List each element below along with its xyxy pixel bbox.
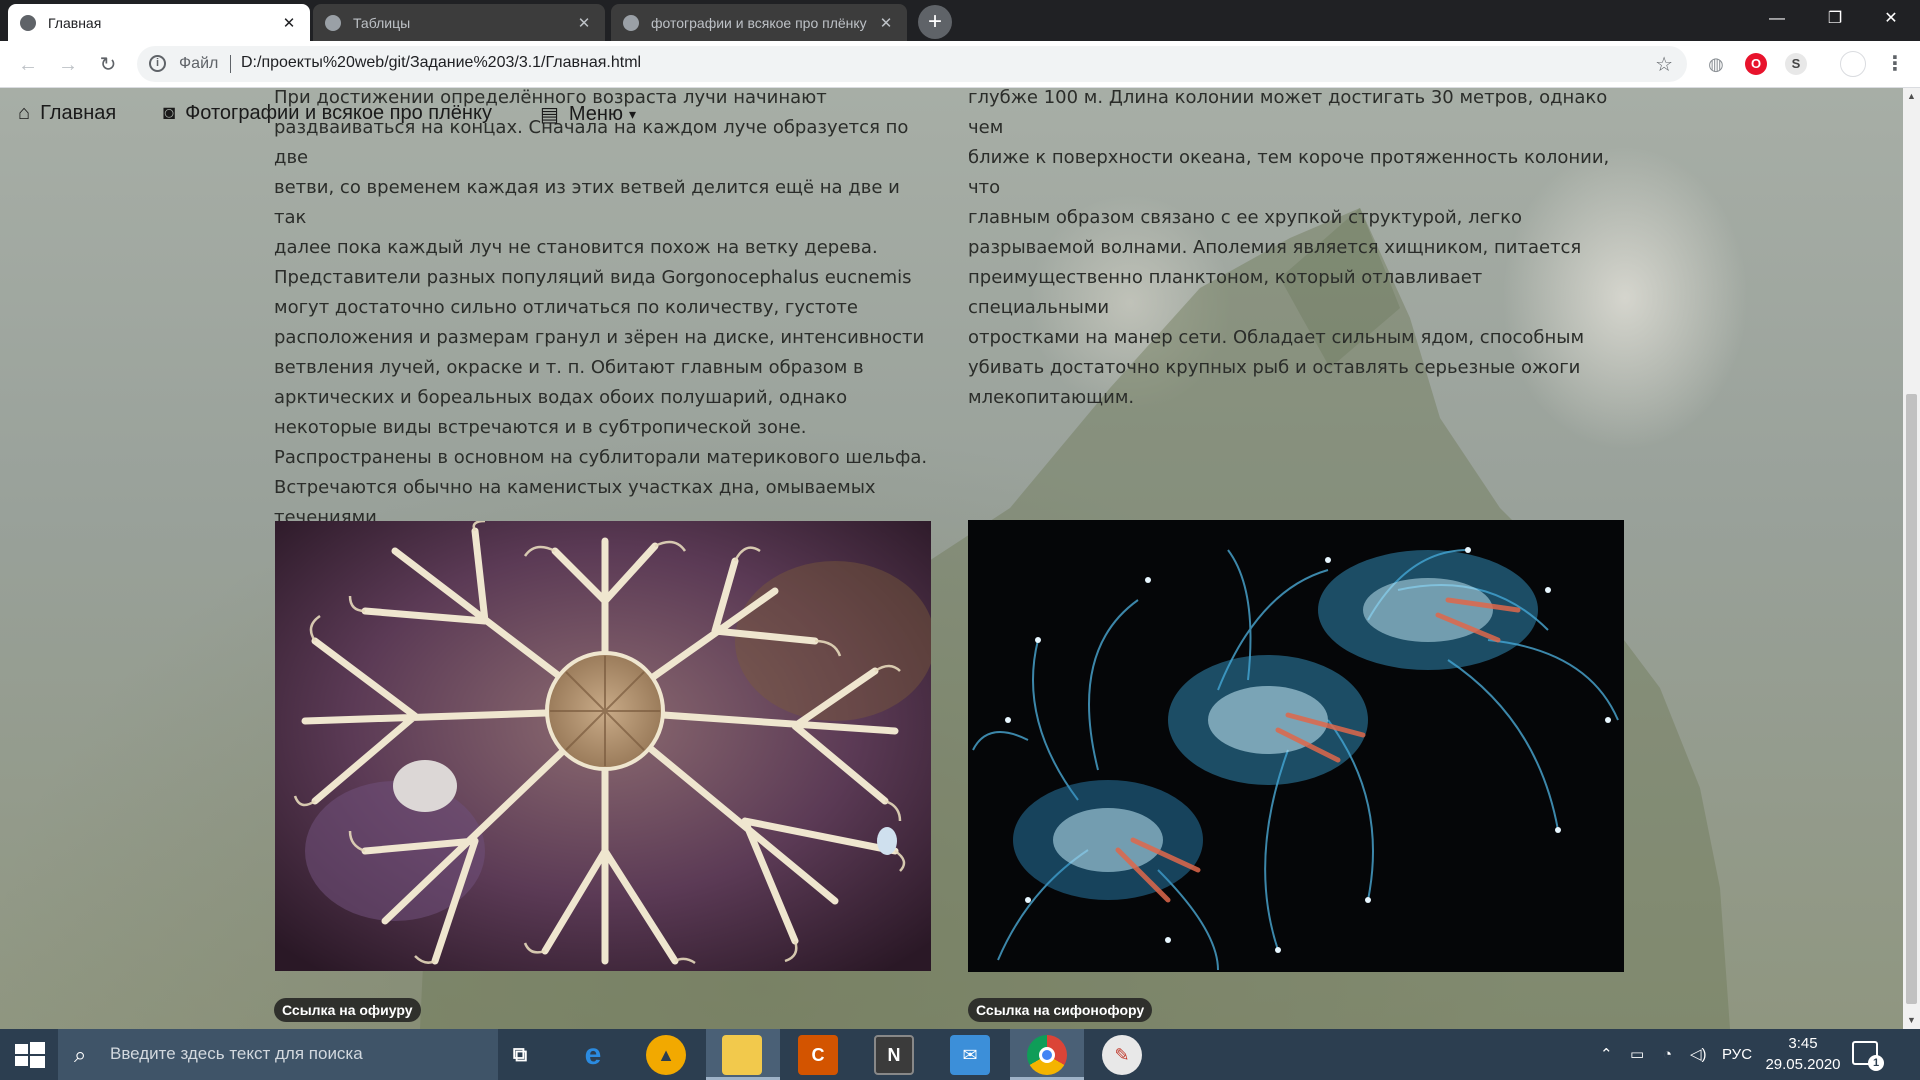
nav-home-label: Главная [40, 102, 117, 124]
task-view-icon[interactable]: ⧉ [500, 1035, 540, 1075]
opera-extension-icon[interactable]: O [1745, 53, 1767, 75]
forward-button[interactable]: → [54, 51, 82, 79]
file-explorer-icon[interactable] [722, 1035, 762, 1075]
tab-title: фотографии и всякое про плёнку [651, 14, 867, 31]
ophiura-description: При достижении определённого возраста лу… [274, 88, 928, 528]
s-extension-icon[interactable]: S [1785, 53, 1807, 75]
browser-menu-icon[interactable]: ⋮ [1884, 53, 1906, 75]
avast-icon[interactable]: ▲ [646, 1035, 686, 1075]
browser-toolbar: ← → ↻ i Файл D:/проекты%20web/git/Задани… [0, 41, 1920, 88]
nav-menu-label: Меню [568, 103, 623, 125]
profile-avatar[interactable] [1840, 51, 1866, 77]
page-viewport: При достижении определённого возраста лу… [0, 88, 1903, 1029]
tab-tablitsy[interactable]: Таблицы ✕ [313, 4, 605, 41]
restore-button[interactable]: ❐ [1806, 0, 1864, 41]
ccleaner-icon[interactable]: C [798, 1035, 838, 1075]
notification-count: 1 [1868, 1055, 1884, 1071]
bookmark-star-icon[interactable]: ☆ [1655, 52, 1673, 77]
notifications-icon[interactable]: 1 [1852, 1041, 1884, 1071]
nav-home[interactable]: ⌂ Главная [18, 102, 116, 125]
siphonophore-photo [968, 520, 1624, 972]
camera-icon: ◙ [163, 102, 176, 124]
notion-icon[interactable]: N [874, 1035, 914, 1075]
tab-close-icon[interactable]: ✕ [877, 14, 895, 32]
scroll-up-arrow-icon[interactable]: ▲ [1903, 88, 1920, 105]
ophiura-link-badge[interactable]: Ссылка на офиуру [274, 998, 421, 1022]
paint-icon[interactable]: ✎ [1102, 1035, 1142, 1075]
tab-title: Таблицы [353, 14, 411, 31]
tab-close-icon[interactable]: ✕ [575, 14, 593, 32]
minimize-button[interactable]: — [1748, 0, 1806, 41]
page-scrollbar[interactable]: ▲ ▼ [1903, 88, 1920, 1029]
windows-logo-icon [15, 1042, 45, 1068]
globe-icon [20, 14, 36, 31]
nav-menu-dropdown[interactable]: ▤ Меню ▾ [540, 102, 636, 127]
scrollbar-thumb[interactable] [1906, 394, 1917, 1004]
page-content: При достижении определённого возраста лу… [0, 88, 1903, 1029]
clock-date: 29.05.2020 [1765, 1056, 1841, 1073]
tab-glavnaya[interactable]: Главная ✕ [8, 4, 310, 41]
search-icon: ⌕ [74, 1042, 87, 1067]
address-bar[interactable]: i Файл D:/проекты%20web/git/Задание%203/… [137, 46, 1687, 82]
start-button[interactable] [0, 1029, 58, 1080]
site-navbar: ⌂ Главная ◙ Фотографии и всякое про плён… [0, 88, 1903, 140]
divider [230, 55, 231, 73]
globe-icon [325, 14, 341, 31]
siphonophore-image [968, 520, 1624, 972]
language-indicator[interactable]: РУС [1722, 1029, 1752, 1080]
nav-photos[interactable]: ◙ Фотографии и всякое про плёнку [163, 102, 492, 125]
chevron-down-icon: ▾ [628, 106, 636, 122]
tab-close-icon[interactable]: ✕ [280, 14, 298, 32]
taskbar-search-box[interactable]: ⌕ Введите здесь текст для поиска [58, 1029, 498, 1080]
info-icon[interactable]: i [149, 55, 166, 72]
system-clock[interactable]: 3:45 29.05.2020 [1758, 1033, 1848, 1075]
new-tab-button[interactable]: + [918, 5, 952, 39]
network-icon[interactable]: ◔ [1663, 1029, 1672, 1080]
siphonophore-link-badge[interactable]: Ссылка на сифонофору [968, 998, 1153, 1022]
tab-title: Главная [48, 14, 102, 31]
browser-tab-strip: Главная ✕ Таблицы ✕ фотографии и всякое … [0, 0, 1920, 41]
url-text[interactable]: D:/проекты%20web/git/Задание%203/3.1/Гла… [241, 54, 641, 72]
tab-photos[interactable]: фотографии и всякое про плёнку ✕ [611, 4, 907, 41]
globe-icon [623, 14, 639, 31]
basket-star-photo [275, 521, 931, 971]
chrome-icon[interactable] [1027, 1035, 1067, 1075]
scheme-label: Файл [179, 55, 219, 72]
tray-chevron-icon[interactable]: ⌃ [1600, 1029, 1613, 1080]
reload-button[interactable]: ↻ [94, 51, 122, 79]
home-icon: ⌂ [18, 102, 31, 124]
windows-taskbar: ⌕ Введите здесь текст для поиска ⧉ e ▲ C… [0, 1029, 1920, 1080]
battery-icon[interactable]: ▭ [1630, 1029, 1644, 1080]
back-button[interactable]: ← [14, 51, 42, 79]
close-window-button[interactable]: ✕ [1862, 0, 1920, 41]
search-placeholder: Введите здесь текст для поиска [110, 1044, 363, 1063]
basket-star-image [275, 521, 931, 971]
list-icon: ▤ [540, 104, 559, 126]
scroll-down-arrow-icon[interactable]: ▼ [1903, 1012, 1920, 1029]
clock-time: 3:45 [1788, 1035, 1818, 1052]
nav-photos-label: Фотографии и всякое про плёнку [185, 102, 492, 124]
mail-icon[interactable]: ✉ [950, 1035, 990, 1075]
globe-extension-icon[interactable]: ◍ [1705, 53, 1727, 75]
volume-icon[interactable]: ◁) [1690, 1029, 1707, 1080]
edge-icon[interactable]: e [573, 1035, 613, 1075]
